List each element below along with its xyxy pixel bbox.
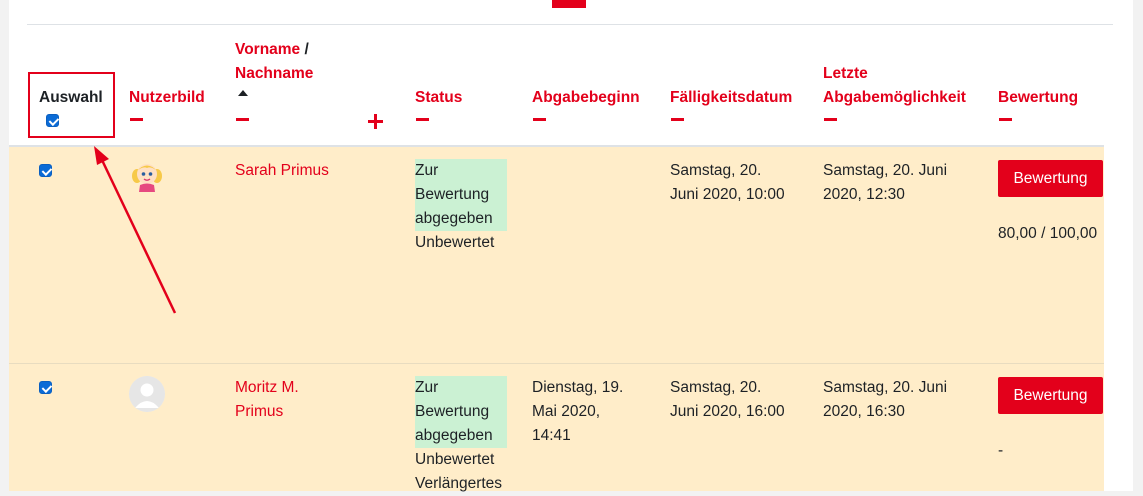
annotation-arrow-icon bbox=[94, 146, 177, 314]
